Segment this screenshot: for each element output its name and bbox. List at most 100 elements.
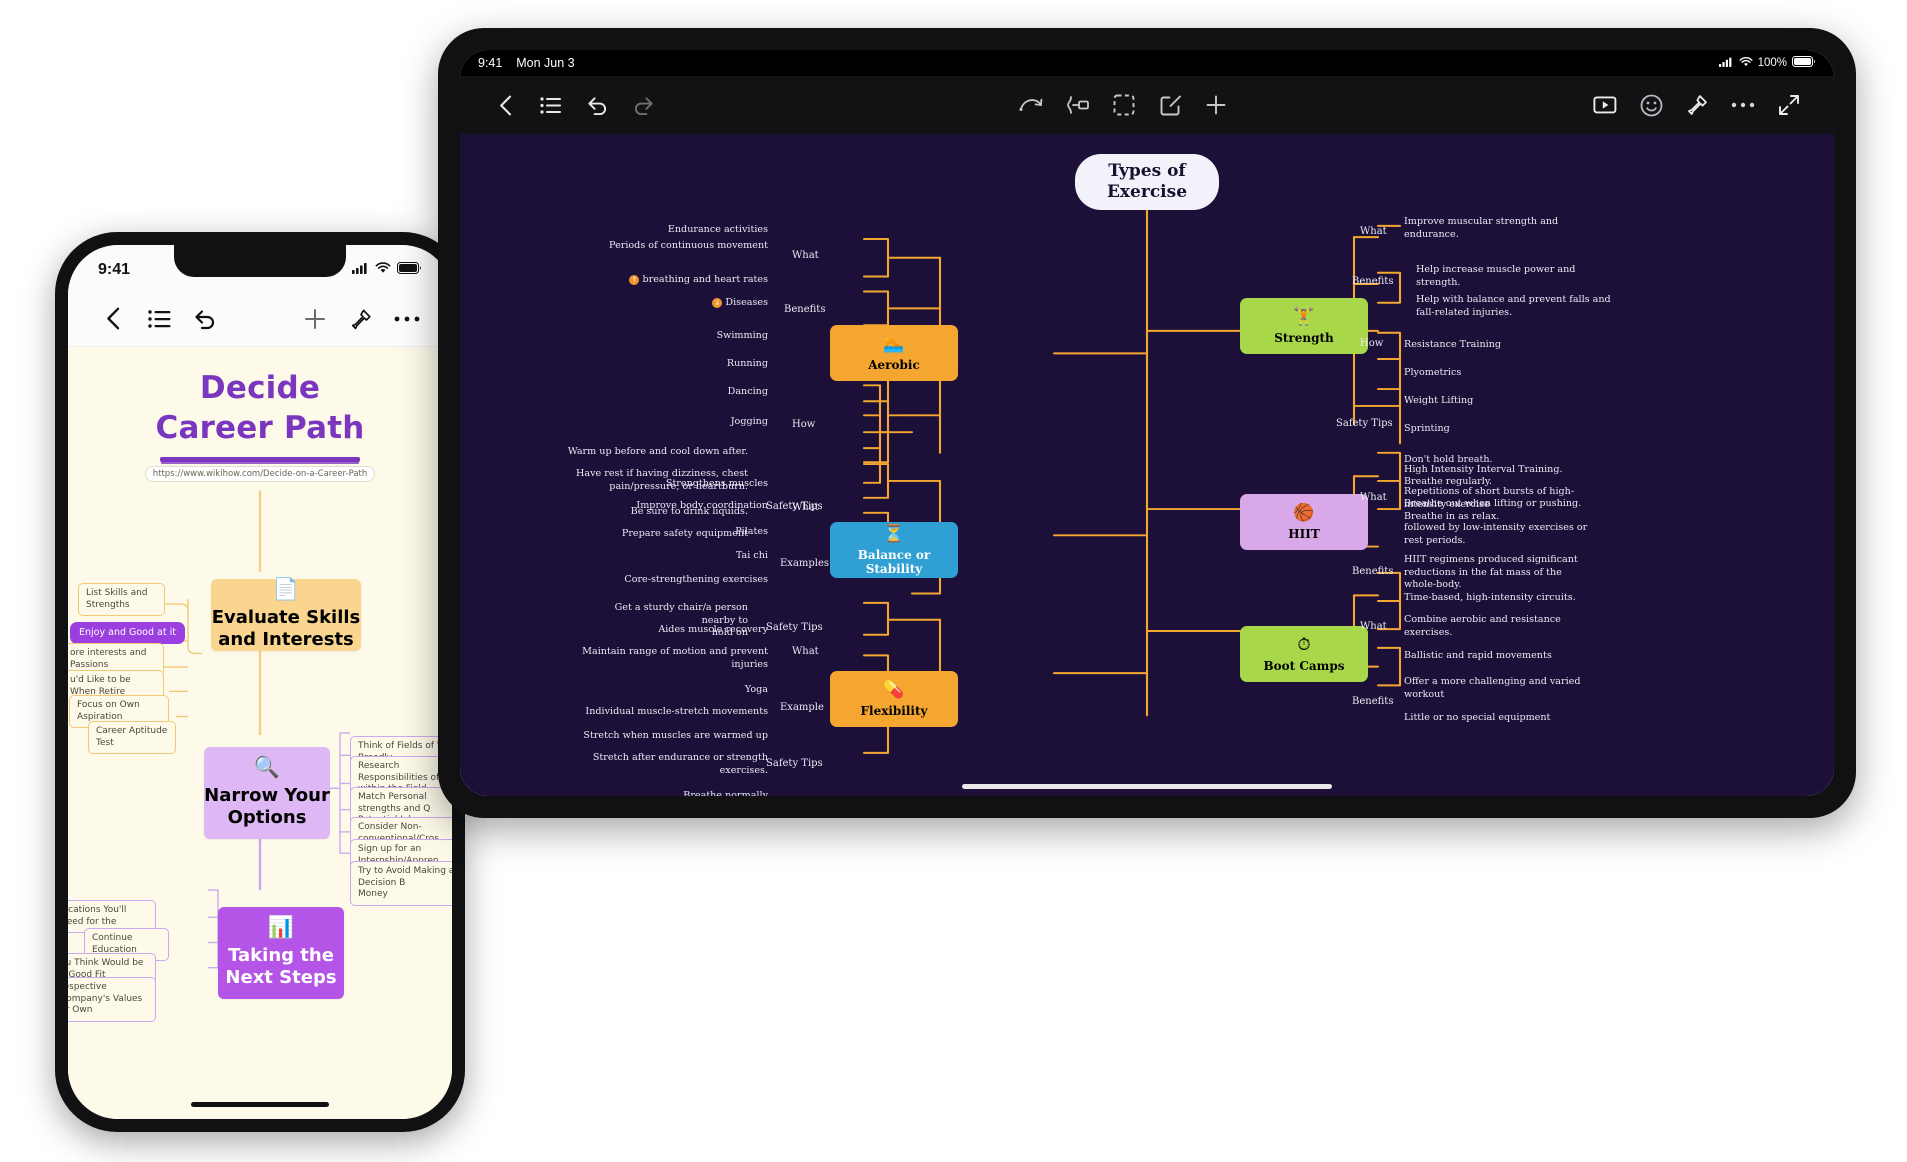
list-item[interactable]: Tai chi: [648, 550, 768, 563]
list-item[interactable]: Little or no special equipment: [1404, 712, 1604, 725]
list-item[interactable]: Running: [648, 358, 768, 371]
bar-chart-emoji: 📊: [267, 915, 295, 939]
map-title-line2: Career Path: [155, 409, 365, 446]
list-item[interactable]: Pilates: [648, 526, 768, 539]
list-item[interactable]: Ballistic and rapid movements: [1404, 650, 1604, 663]
category-label: How: [1360, 338, 1384, 349]
list-item[interactable]: Yoga: [648, 684, 768, 697]
tablet-mindmap-canvas[interactable]: Types of Exercise 🏊 Aerobic What Benefit…: [460, 134, 1834, 796]
phone-node-narrow[interactable]: 🔍 Narrow Your Options: [204, 747, 330, 839]
back-button[interactable]: [482, 82, 528, 128]
summary-bracket-icon[interactable]: [1055, 82, 1101, 128]
back-button[interactable]: [90, 296, 136, 342]
list-item[interactable]: Enjoy and Good at it: [70, 622, 185, 645]
node-strength[interactable]: 🏋 Strength: [1240, 298, 1368, 354]
list-item[interactable]: Aides muscle recovery: [608, 624, 768, 637]
list-item[interactable]: Sprinting: [1404, 423, 1564, 436]
category-label: Examples: [780, 558, 830, 569]
marquee-select-icon[interactable]: [1101, 82, 1147, 128]
list-item[interactable]: Maintain range of motion and prevent inj…: [578, 646, 768, 671]
list-item[interactable]: Core-strengthening exercises: [608, 574, 768, 587]
list-item[interactable]: Strengthens muscles: [608, 478, 768, 491]
list-item[interactable]: Stretch when muscles are warmed up: [578, 730, 768, 743]
list-item[interactable]: Jogging: [648, 416, 768, 429]
phone-device: 9:41 Decide Career Path https://www.wiki…: [55, 232, 465, 1132]
increase-badge-icon: ↑: [629, 274, 640, 285]
list-item[interactable]: ↓ Diseases: [640, 297, 768, 310]
curved-arrow-icon[interactable]: [1009, 82, 1055, 128]
screenshot-root: 9:41 Decide Career Path https://www.wiki…: [0, 0, 1907, 1162]
play-rect-icon[interactable]: [1582, 82, 1628, 128]
add-button[interactable]: [1193, 82, 1239, 128]
list-item[interactable]: Career Aptitude Test: [88, 721, 176, 755]
list-item[interactable]: Plyometrics: [1404, 367, 1564, 380]
phone-mindmap-canvas[interactable]: Decide Career Path https://www.wikihow.c…: [68, 347, 452, 1119]
magnifier-emoji: 🔍: [253, 755, 281, 779]
undo-button[interactable]: [574, 82, 620, 128]
node-boot-camps-label: Boot Camps: [1263, 658, 1345, 673]
list-item[interactable]: List Skills and Strengths: [78, 583, 165, 617]
phone-home-indicator: [191, 1102, 329, 1107]
list-item[interactable]: Combine aerobic and resistance exercises…: [1404, 614, 1604, 639]
list-item[interactable]: Endurance activities: [598, 224, 768, 237]
category-label: What: [792, 646, 819, 657]
list-item[interactable]: Help increase muscle power and strength.: [1416, 264, 1616, 289]
list-item[interactable]: Time-based, high-intensity circuits.: [1404, 592, 1604, 605]
battery-icon: [1792, 56, 1816, 70]
category-label: Benefits: [1352, 566, 1394, 577]
node-strength-label: Strength: [1274, 330, 1334, 345]
more-button[interactable]: [1720, 82, 1766, 128]
list-item[interactable]: Resistance Training: [1404, 339, 1564, 352]
list-item[interactable]: Repetitions of short bursts of high- int…: [1404, 486, 1604, 511]
battery-percent-label: 100%: [1757, 57, 1787, 69]
list-item[interactable]: Dancing: [648, 386, 768, 399]
list-item[interactable]: High Intensity Interval Training.: [1404, 464, 1604, 477]
list-item[interactable]: Individual muscle-stretch movements: [578, 706, 768, 719]
phone-toolbar: [68, 291, 452, 347]
paint-roller-icon[interactable]: [1674, 82, 1720, 128]
category-label: Safety Tips: [766, 622, 823, 633]
node-aerobic[interactable]: 🏊 Aerobic: [830, 325, 958, 381]
phone-node-narrow-label: Narrow Your Options: [204, 784, 330, 829]
phone-node-next-steps[interactable]: 📊 Taking the Next Steps: [218, 907, 344, 999]
list-item[interactable]: Warm up before and cool down after.: [558, 446, 748, 459]
expand-arrows-icon[interactable]: [1766, 82, 1812, 128]
list-item[interactable]: Weight Lifting: [1404, 395, 1564, 408]
list-item[interactable]: HIIT regimens produced significant reduc…: [1404, 554, 1604, 592]
node-balance[interactable]: ⏳ Balance or Stability: [830, 522, 958, 578]
list-item[interactable]: Breathe normally: [608, 790, 768, 796]
outline-button[interactable]: [136, 296, 182, 342]
list-item[interactable]: Try to Avoid Making a Decision B Money: [350, 861, 452, 907]
more-button[interactable]: [384, 296, 430, 342]
list-item[interactable]: Improve body coordination: [608, 500, 768, 513]
category-label: Benefits: [784, 304, 826, 315]
phone-node-evaluate[interactable]: 📄 Evaluate Skills and Interests: [211, 579, 361, 651]
list-item[interactable]: Stretch after endurance or strength exer…: [578, 752, 768, 777]
list-item[interactable]: rospective Company's Values ur Own: [68, 977, 156, 1023]
list-item[interactable]: Offer a more challenging and varied work…: [1404, 676, 1604, 701]
node-hiit-label: HIIT: [1288, 526, 1320, 541]
list-item[interactable]: Help with balance and prevent falls and …: [1416, 294, 1626, 319]
undo-button[interactable]: [182, 296, 228, 342]
redo-button[interactable]: [620, 82, 666, 128]
dumbbell-emoji: 🏋: [1293, 306, 1315, 326]
list-item[interactable]: Improve muscular strength and endurance.: [1404, 216, 1604, 241]
phone-map-title: Decide Career Path: [68, 347, 452, 448]
paint-roller-icon[interactable]: [338, 296, 384, 342]
add-button[interactable]: [292, 296, 338, 342]
root-node[interactable]: Types of Exercise: [1075, 154, 1219, 210]
smiley-icon[interactable]: [1628, 82, 1674, 128]
document-emoji: 📄: [272, 577, 300, 601]
node-boot-camps[interactable]: ⏱ Boot Camps: [1240, 626, 1368, 682]
node-flexibility[interactable]: 💊 Flexibility: [830, 671, 958, 727]
list-item[interactable]: Swimming: [648, 330, 768, 343]
category-label: What: [792, 250, 819, 261]
outline-button[interactable]: [528, 82, 574, 128]
list-item[interactable]: Periods of continuous movement: [566, 240, 768, 253]
phone-screen: 9:41 Decide Career Path https://www.wiki…: [68, 245, 452, 1119]
list-item[interactable]: ↑ breathing and heart rates: [586, 274, 768, 287]
node-hiit[interactable]: 🏀 HIIT: [1240, 494, 1368, 550]
edit-square-icon[interactable]: [1147, 82, 1193, 128]
list-item[interactable]: followed by low-intensity exercises or r…: [1404, 522, 1604, 547]
source-url-chip[interactable]: https://www.wikihow.com/Decide-on-a-Care…: [144, 466, 376, 483]
